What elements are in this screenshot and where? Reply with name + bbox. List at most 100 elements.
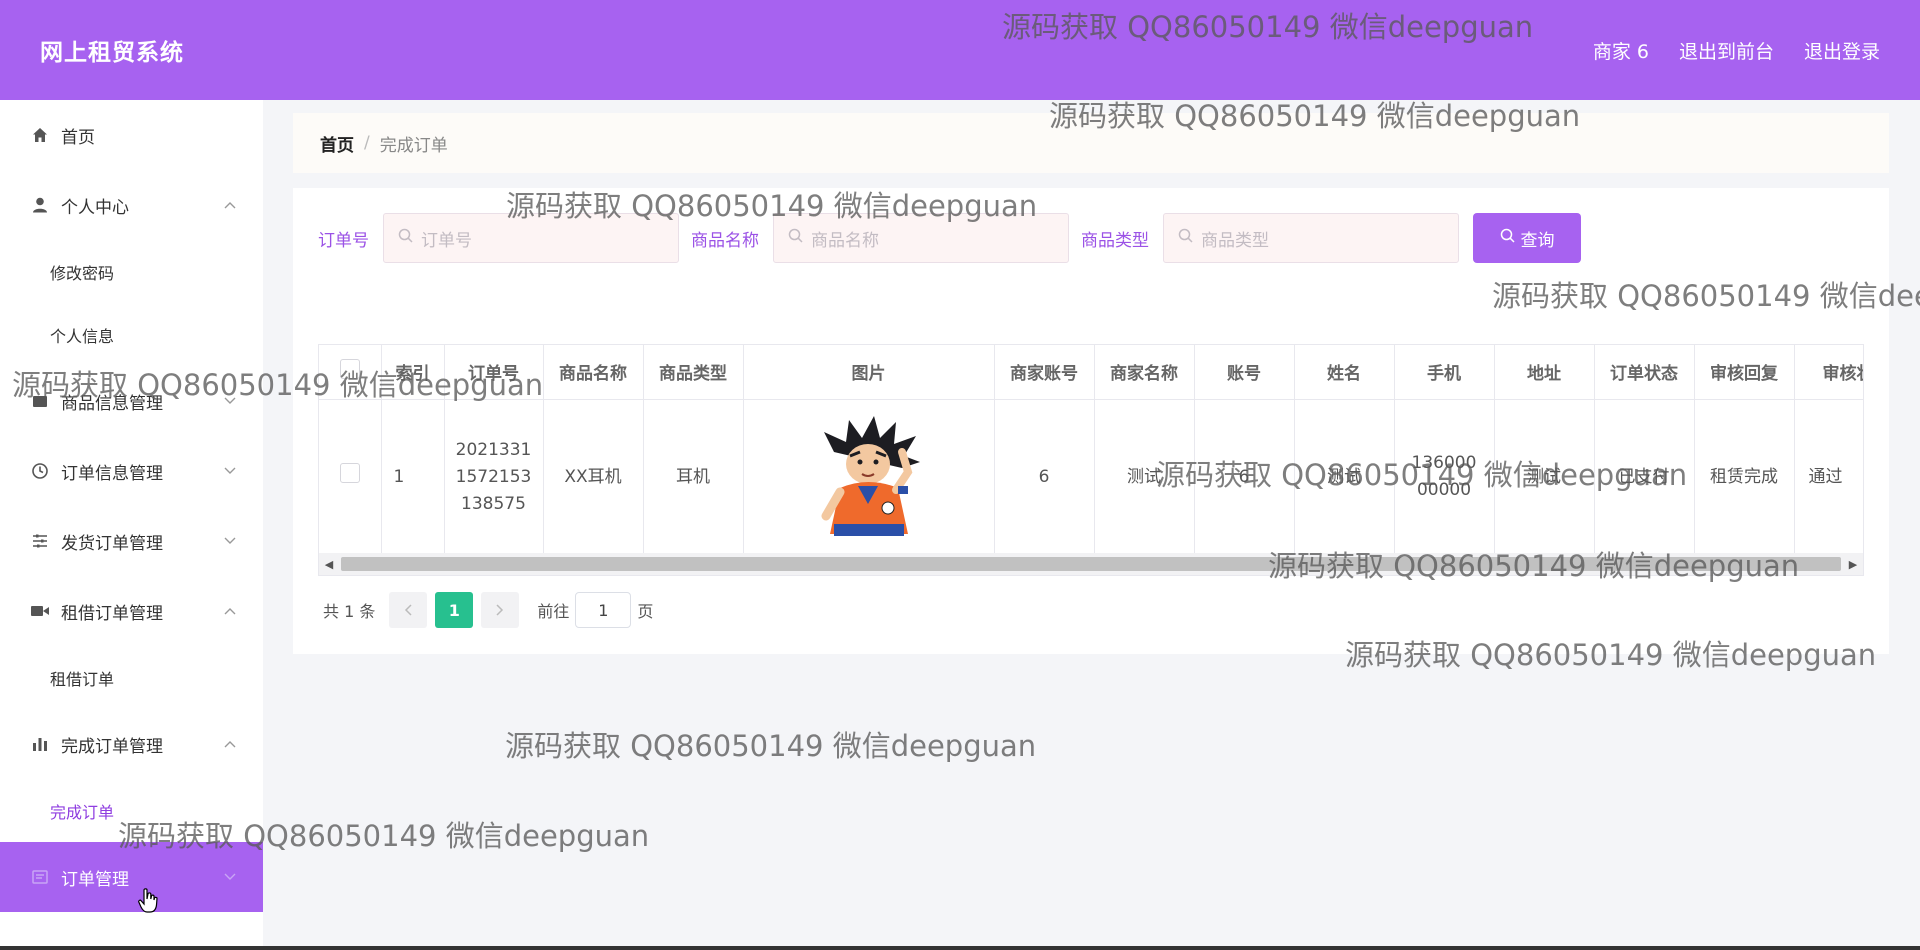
search-icon bbox=[1178, 228, 1193, 248]
sidebar-item-order-management[interactable]: 订单管理 bbox=[0, 842, 263, 912]
breadcrumb-home[interactable]: 首页 bbox=[320, 131, 354, 156]
goods-name-placeholder: 商品名称 bbox=[811, 230, 879, 251]
column-header[interactable]: 订单状态 bbox=[1594, 345, 1695, 400]
sidebar-item-label: 完成订单管理 bbox=[61, 736, 163, 757]
goto-label: 前往 bbox=[537, 602, 570, 621]
goods-type-placeholder: 商品类型 bbox=[1201, 230, 1269, 251]
search-filters: 订单号 订单号 商品名称 商品名称 商品类型 商品类型 查询 bbox=[318, 213, 1581, 263]
search-icon bbox=[1500, 228, 1515, 248]
column-header[interactable]: 审核状态 bbox=[1794, 345, 1863, 400]
scroll-left-icon[interactable]: ◀ bbox=[319, 553, 339, 575]
column-header[interactable]: 商家名称 bbox=[1094, 345, 1195, 400]
column-header[interactable]: 姓名 bbox=[1294, 345, 1395, 400]
column-header[interactable]: 手机 bbox=[1394, 345, 1495, 400]
order-no-cell: 20213311572153138575 bbox=[444, 399, 544, 555]
column-header[interactable]: 索引 bbox=[381, 345, 445, 400]
user-icon bbox=[30, 195, 50, 215]
order-no-input[interactable]: 订单号 bbox=[383, 213, 679, 263]
product-image bbox=[804, 412, 934, 542]
image-cell bbox=[743, 399, 995, 555]
prev-page-button[interactable] bbox=[389, 592, 428, 628]
select-all-header[interactable] bbox=[319, 345, 382, 400]
column-header[interactable]: 审核回复 bbox=[1694, 345, 1795, 400]
sidebar-item-home[interactable]: 首页 bbox=[0, 100, 263, 170]
table-row[interactable]: 1 20213311572153138575 XX耳机 耳机 6 测试 6 测试… bbox=[319, 399, 1863, 555]
scrollbar-thumb[interactable] bbox=[341, 557, 1841, 571]
goods-type-input[interactable]: 商品类型 bbox=[1163, 213, 1459, 263]
review-reply-cell: 租赁完成 bbox=[1694, 399, 1795, 555]
select-all-checkbox[interactable] bbox=[339, 359, 360, 380]
sidebar-item-label: 发货订单管理 bbox=[61, 533, 163, 554]
sidebar-item-label: 商品信息管理 bbox=[61, 393, 163, 414]
column-header[interactable]: 商品名称 bbox=[543, 345, 644, 400]
page-number-button[interactable]: 1 bbox=[435, 592, 474, 628]
column-header[interactable]: 商品类型 bbox=[643, 345, 744, 400]
sidebar-item-order-info-management[interactable]: 订单信息管理 bbox=[0, 436, 263, 506]
goods-name-cell: XX耳机 bbox=[543, 399, 644, 555]
goods-name-label: 商品名称 bbox=[691, 230, 759, 251]
goods-type-label: 商品类型 bbox=[1081, 230, 1149, 251]
sidebar-item-shipping-orders[interactable]: 发货订单管理 bbox=[0, 506, 263, 576]
sidebar-item-completed-orders[interactable]: 完成订单管理 bbox=[0, 709, 263, 779]
merchant-user-link[interactable]: 商家 6 bbox=[1593, 37, 1649, 64]
query-button[interactable]: 查询 bbox=[1473, 213, 1581, 263]
submenu-item-completed-order[interactable]: 完成订单 bbox=[0, 779, 263, 842]
search-icon bbox=[788, 228, 803, 248]
merchant-account-cell: 6 bbox=[994, 399, 1095, 555]
order-no-placeholder: 订单号 bbox=[421, 230, 472, 251]
submenu-item-change-password[interactable]: 修改密码 bbox=[0, 240, 263, 303]
clock-icon bbox=[30, 461, 50, 481]
app-title: 网上租贸系统 bbox=[40, 40, 184, 66]
logout-link[interactable]: 退出登录 bbox=[1804, 37, 1880, 64]
watermark: 源码获取 QQ86050149 微信deepguan bbox=[505, 729, 1037, 763]
column-header[interactable]: 图片 bbox=[743, 345, 995, 400]
sidebar-item-goods-management[interactable]: 商品信息管理 bbox=[0, 366, 263, 436]
hand-cursor-icon bbox=[138, 888, 158, 918]
column-header[interactable]: 订单号 bbox=[444, 345, 544, 400]
goto-page-input[interactable]: 1 bbox=[575, 592, 632, 628]
submenu-item-rental-order[interactable]: 租借订单 bbox=[0, 646, 263, 709]
sidebar-item-personal-center[interactable]: 个人中心 bbox=[0, 170, 263, 240]
column-header[interactable]: 地址 bbox=[1494, 345, 1595, 400]
sidebar-item-label: 租借订单管理 bbox=[61, 603, 163, 624]
bottom-border bbox=[0, 946, 1920, 950]
sidebar-item-label: 订单管理 bbox=[61, 869, 129, 890]
goods-name-input[interactable]: 商品名称 bbox=[773, 213, 1069, 263]
chevron-down-icon bbox=[221, 868, 239, 886]
pagination: 共 1 条 1 前往 1 页 bbox=[323, 592, 653, 628]
chevron-up-icon bbox=[221, 602, 239, 620]
chevron-up-icon bbox=[221, 196, 239, 214]
order-no-value: 20213311572153138575 bbox=[455, 439, 532, 514]
bar-chart-icon bbox=[30, 734, 50, 754]
top-header: 网上租贸系统 商家 6 退出到前台 退出登录 bbox=[0, 0, 1920, 100]
column-header[interactable]: 账号 bbox=[1194, 345, 1295, 400]
chevron-down-icon bbox=[221, 462, 239, 480]
video-icon bbox=[30, 601, 50, 621]
chevron-right-icon bbox=[496, 604, 504, 616]
submenu-item-personal-info[interactable]: 个人信息 bbox=[0, 303, 263, 366]
horizontal-scrollbar[interactable]: ◀ ▶ bbox=[319, 553, 1863, 575]
sidebar-item-rental-orders[interactable]: 租借订单管理 bbox=[0, 576, 263, 646]
sidebar: 首页 个人中心 修改密码 个人信息 商品信息管理 订单信息管理 发货订单管理 租… bbox=[0, 100, 263, 950]
sliders-icon bbox=[30, 531, 50, 551]
query-button-label: 查询 bbox=[1520, 230, 1555, 251]
breadcrumb-separator: / bbox=[364, 133, 370, 153]
next-page-button[interactable] bbox=[481, 592, 520, 628]
search-icon bbox=[398, 228, 413, 248]
phone-cell: 13600000000 bbox=[1394, 399, 1495, 555]
exit-to-frontend-link[interactable]: 退出到前台 bbox=[1679, 37, 1774, 64]
breadcrumb-current: 完成订单 bbox=[379, 135, 448, 156]
chevron-down-icon bbox=[221, 392, 239, 410]
row-checkbox[interactable] bbox=[339, 462, 360, 483]
column-header[interactable]: 商家账号 bbox=[994, 345, 1095, 400]
review-status-cell: 通过 bbox=[1794, 399, 1863, 555]
row-select-cell[interactable] bbox=[319, 399, 382, 555]
scroll-right-icon[interactable]: ▶ bbox=[1843, 553, 1863, 575]
index-cell: 1 bbox=[381, 399, 445, 555]
chevron-down-icon bbox=[221, 532, 239, 550]
chevron-left-icon bbox=[405, 604, 412, 616]
order-icon bbox=[30, 867, 50, 887]
home-icon bbox=[30, 125, 50, 145]
sidebar-item-label: 订单信息管理 bbox=[61, 463, 163, 484]
account-cell: 6 bbox=[1194, 399, 1295, 555]
